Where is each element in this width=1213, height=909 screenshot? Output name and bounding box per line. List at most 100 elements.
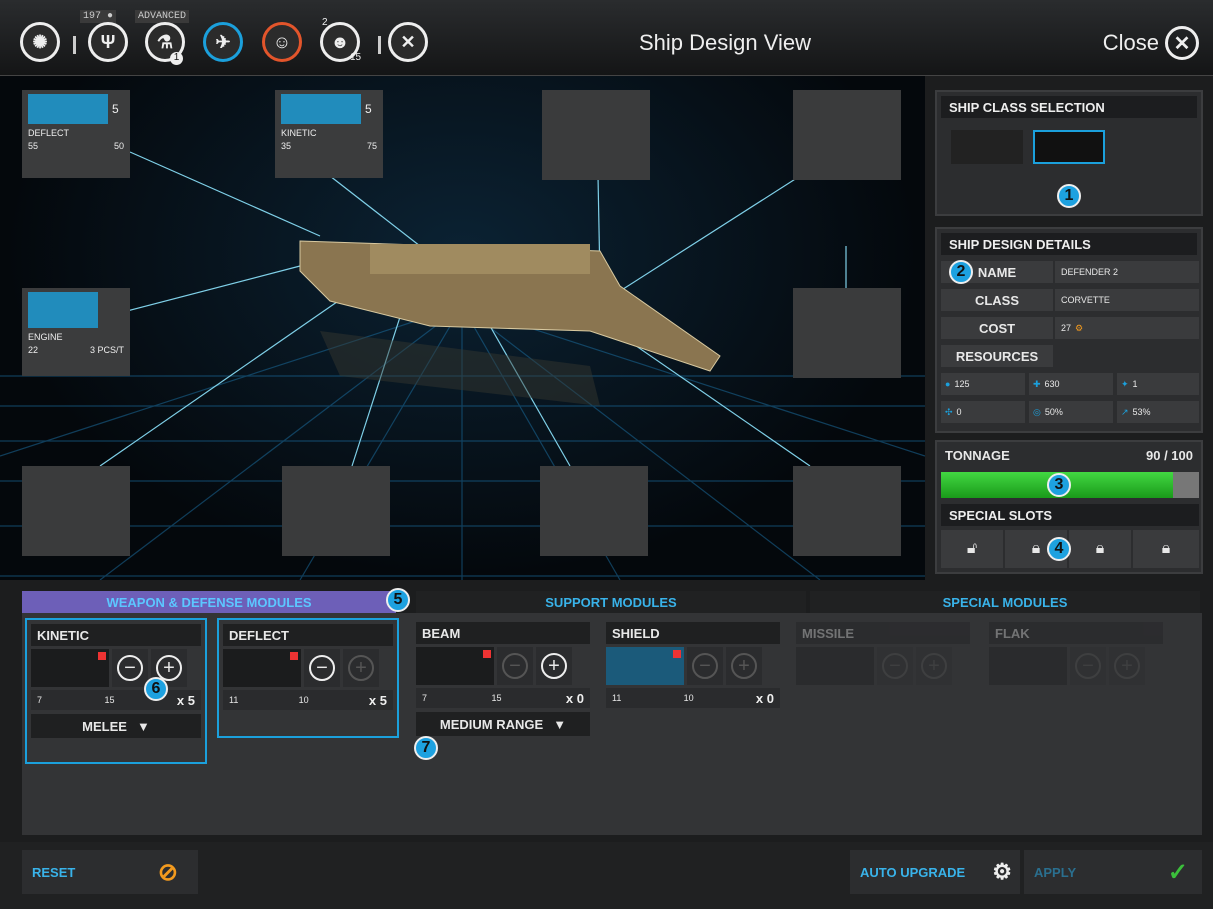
reset-icon: ⊘ (157, 858, 178, 886)
slot-stat-a: 22 (28, 345, 39, 355)
slot-stat-a: 35 (281, 141, 292, 151)
lock-icon: 🔒︎ (1161, 540, 1171, 557)
module-deflect[interactable]: DEFLECT − + 11 10 x 5 (217, 618, 399, 738)
tab-special[interactable]: SPECIAL MODULES (810, 591, 1200, 613)
reset-button[interactable]: RESET ⊘ (22, 850, 198, 894)
resource-cell: ✦ 1 (1117, 373, 1199, 395)
design-details-panel: SHIP DESIGN DETAILS NAME DEFENDER 2 2 CL… (935, 227, 1203, 433)
close-button[interactable]: Close ✕ (1103, 26, 1199, 60)
module-name: FLAK (989, 622, 1163, 644)
module-name: MISSILE (796, 622, 970, 644)
slot-name: ENGINE (28, 332, 63, 342)
auto-upgrade-label: AUTO UPGRADE (860, 864, 966, 880)
apply-label: APPLY (1034, 864, 1077, 880)
class-option-2[interactable] (1033, 130, 1105, 164)
increase-button: + (916, 647, 952, 685)
engine-icon (28, 292, 98, 328)
minus-icon: − (309, 655, 335, 681)
resource-cell: ◎ 50% (1029, 401, 1113, 423)
cost-value: 27 ⚙ (1055, 317, 1199, 339)
decrease-button[interactable]: − (304, 649, 340, 687)
name-value[interactable]: DEFENDER 2 (1055, 261, 1199, 283)
unlocked-slot[interactable]: 🔓︎ (941, 530, 1003, 568)
empty-slot[interactable] (22, 466, 130, 556)
module-kinetic[interactable]: KINETIC − + 7 15 x 5 MELEE ▼ (25, 618, 207, 764)
resource-cell: ✚ 630 (1029, 373, 1113, 395)
class-selection-panel: SHIP CLASS SELECTION 1 (935, 90, 1203, 216)
slot-count: 5 (112, 102, 119, 116)
unlock-icon: 🔓︎ (966, 540, 978, 557)
empty-slot[interactable] (793, 466, 901, 556)
gears-icon: ⚙ (992, 859, 1012, 884)
empty-slot[interactable] (540, 466, 648, 556)
locked-slot[interactable]: 🔒︎ (1133, 530, 1199, 568)
population-badge-bottom: 15 (350, 52, 362, 63)
tab-support[interactable]: SUPPORT MODULES (416, 591, 806, 613)
council-icon[interactable]: Ψ (88, 22, 128, 62)
diplomacy-icon[interactable]: ☺ (262, 22, 302, 62)
empty-slot[interactable] (793, 90, 901, 180)
deflect-icon (223, 649, 301, 687)
kinetic-icon (31, 649, 109, 687)
separator (73, 36, 76, 54)
decrease-button: − (1070, 647, 1106, 685)
range-dropdown[interactable]: MEDIUM RANGE ▼ (416, 712, 590, 736)
callout-marker: 2 (949, 260, 973, 284)
auto-upgrade-button[interactable]: AUTO UPGRADE ⚙ (850, 850, 1020, 894)
gear-icon: ⚙ (1075, 322, 1084, 333)
slot-count: 5 (365, 102, 372, 116)
plus-icon: + (731, 653, 757, 679)
military-icon[interactable]: ✈ (203, 22, 243, 62)
resource-cell: ↗ 53% (1117, 401, 1199, 423)
plus-icon: + (348, 655, 374, 681)
tab-weapons[interactable]: WEAPON & DEFENSE MODULES (22, 591, 396, 613)
ship-viewport[interactable]: 5 DEFLECT 55 50 5 KINETIC 35 75 ENGINE 22 3… (0, 76, 925, 580)
tonnage-panel: TONNAGE 90 / 100 3 SPECIAL SLOTS 🔓︎ 🔒︎ 🔒… (935, 440, 1203, 574)
close-label: Close (1102, 30, 1159, 55)
tonnage-label: TONNAGE (945, 448, 1010, 463)
class-value: CORVETTE (1055, 289, 1199, 311)
locked-slot[interactable]: 🔒︎ (1069, 530, 1131, 568)
callout-marker: 6 (144, 677, 168, 701)
bottom-bar: RESET ⊘ AUTO UPGRADE ⚙ APPLY ✓ (0, 842, 1213, 909)
cost-label: COST (941, 317, 1053, 339)
plus-icon: + (1114, 653, 1140, 679)
beam-icon (416, 647, 494, 685)
increase-button[interactable]: + (536, 647, 572, 685)
empty-slot[interactable] (542, 90, 650, 180)
module-flak: FLAK − + (985, 618, 1167, 718)
check-icon: ✓ (1167, 858, 1188, 886)
settings-icon[interactable]: ✕ (388, 22, 428, 62)
minus-icon: − (692, 653, 718, 679)
panel-header: SHIP CLASS SELECTION (941, 96, 1197, 118)
dropdown-arrow-icon: ▼ (553, 716, 567, 732)
decrease-button[interactable]: − (112, 649, 148, 687)
module-shield[interactable]: SHIELD − + 11 10 x 0 (602, 618, 784, 718)
missile-icon (796, 647, 874, 685)
lock-icon: 🔒︎ (1031, 540, 1041, 557)
module-count: x 5 (368, 692, 387, 708)
panel-header: SHIP DESIGN DETAILS (941, 233, 1197, 255)
range-dropdown[interactable]: MELEE ▼ (31, 714, 201, 738)
increase-button: + (726, 647, 762, 685)
galaxy-icon[interactable]: ✺ (20, 22, 60, 62)
slot-kinetic[interactable]: 5 KINETIC 35 75 (275, 90, 383, 178)
module-beam[interactable]: BEAM − + 7 15 x 0 MEDIUM RANGE ▼ (412, 618, 594, 748)
slot-stat-b: 50 (113, 141, 124, 151)
empty-slot[interactable] (793, 288, 901, 378)
empty-slot[interactable] (282, 466, 390, 556)
slot-engine[interactable]: ENGINE 22 3 PCS/T (22, 288, 130, 376)
apply-button[interactable]: APPLY ✓ (1024, 850, 1202, 894)
callout-marker: 7 (414, 736, 438, 760)
module-count: x 5 (176, 692, 195, 708)
resources-label: RESOURCES (941, 345, 1053, 367)
worker-icon: ● (945, 379, 951, 389)
minus-icon: − (1075, 653, 1101, 679)
dropdown-arrow-icon: ▼ (136, 718, 150, 734)
shield-icon (606, 647, 684, 685)
slot-deflect[interactable]: 5 DEFLECT 55 50 (22, 90, 130, 178)
research-count: 197 ● (80, 10, 117, 23)
target-icon: ◎ (1033, 406, 1041, 417)
class-option-1[interactable] (951, 130, 1023, 164)
module-name: BEAM (416, 622, 590, 644)
